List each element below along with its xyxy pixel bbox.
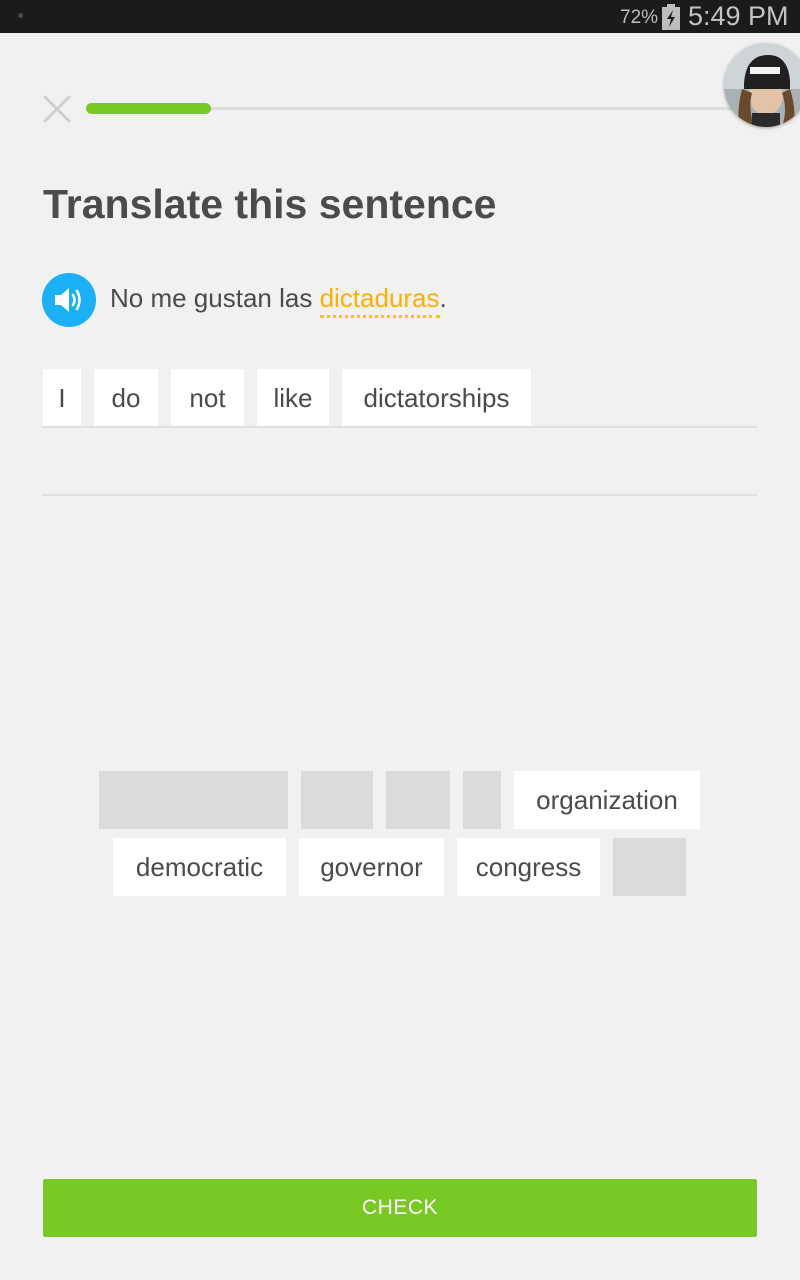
word-bank-tile[interactable]: governor [299, 838, 444, 896]
sentence-text-before: No me gustan las [110, 283, 320, 313]
source-sentence: No me gustan las dictaduras. [110, 283, 447, 318]
used-word-placeholder [99, 771, 288, 829]
sentence-text-after: . [439, 283, 447, 313]
lesson-progress-fill [86, 103, 211, 114]
hint-word-dictaduras[interactable]: dictaduras [319, 283, 440, 318]
answer-word-tile[interactable]: I [43, 369, 81, 427]
word-bank-tile[interactable]: organization [514, 771, 700, 829]
close-icon[interactable] [42, 94, 72, 124]
answer-word-tile[interactable]: not [171, 369, 244, 427]
word-bank-tile[interactable]: congress [457, 838, 600, 896]
play-audio-button[interactable] [42, 273, 96, 327]
user-avatar-icon [724, 43, 800, 127]
battery-charging-icon [662, 4, 680, 30]
battery-percent: 72% [620, 7, 659, 28]
answer-word-tile[interactable]: do [94, 369, 158, 427]
used-word-placeholder [463, 771, 501, 829]
lesson-screen: 72% 5:49 PM Translate this sentence No m… [0, 0, 800, 1280]
word-bank-tile[interactable]: democratic [113, 838, 286, 896]
status-bar: 72% 5:49 PM [0, 0, 800, 33]
answer-line [42, 494, 757, 496]
speaker-icon [55, 288, 81, 312]
used-word-placeholder [386, 771, 450, 829]
page-title: Translate this sentence [43, 181, 497, 227]
used-word-placeholder [613, 838, 686, 896]
answer-word-tile[interactable]: dictatorships [342, 369, 531, 427]
check-button[interactable]: CHECK [43, 1179, 757, 1237]
lesson-progress-bar [86, 103, 746, 114]
avatar[interactable] [724, 43, 800, 127]
answer-word-tile[interactable]: like [257, 369, 329, 427]
clock: 5:49 PM [688, 1, 789, 31]
notification-dot [18, 13, 23, 18]
answer-line [42, 426, 757, 428]
used-word-placeholder [301, 771, 373, 829]
